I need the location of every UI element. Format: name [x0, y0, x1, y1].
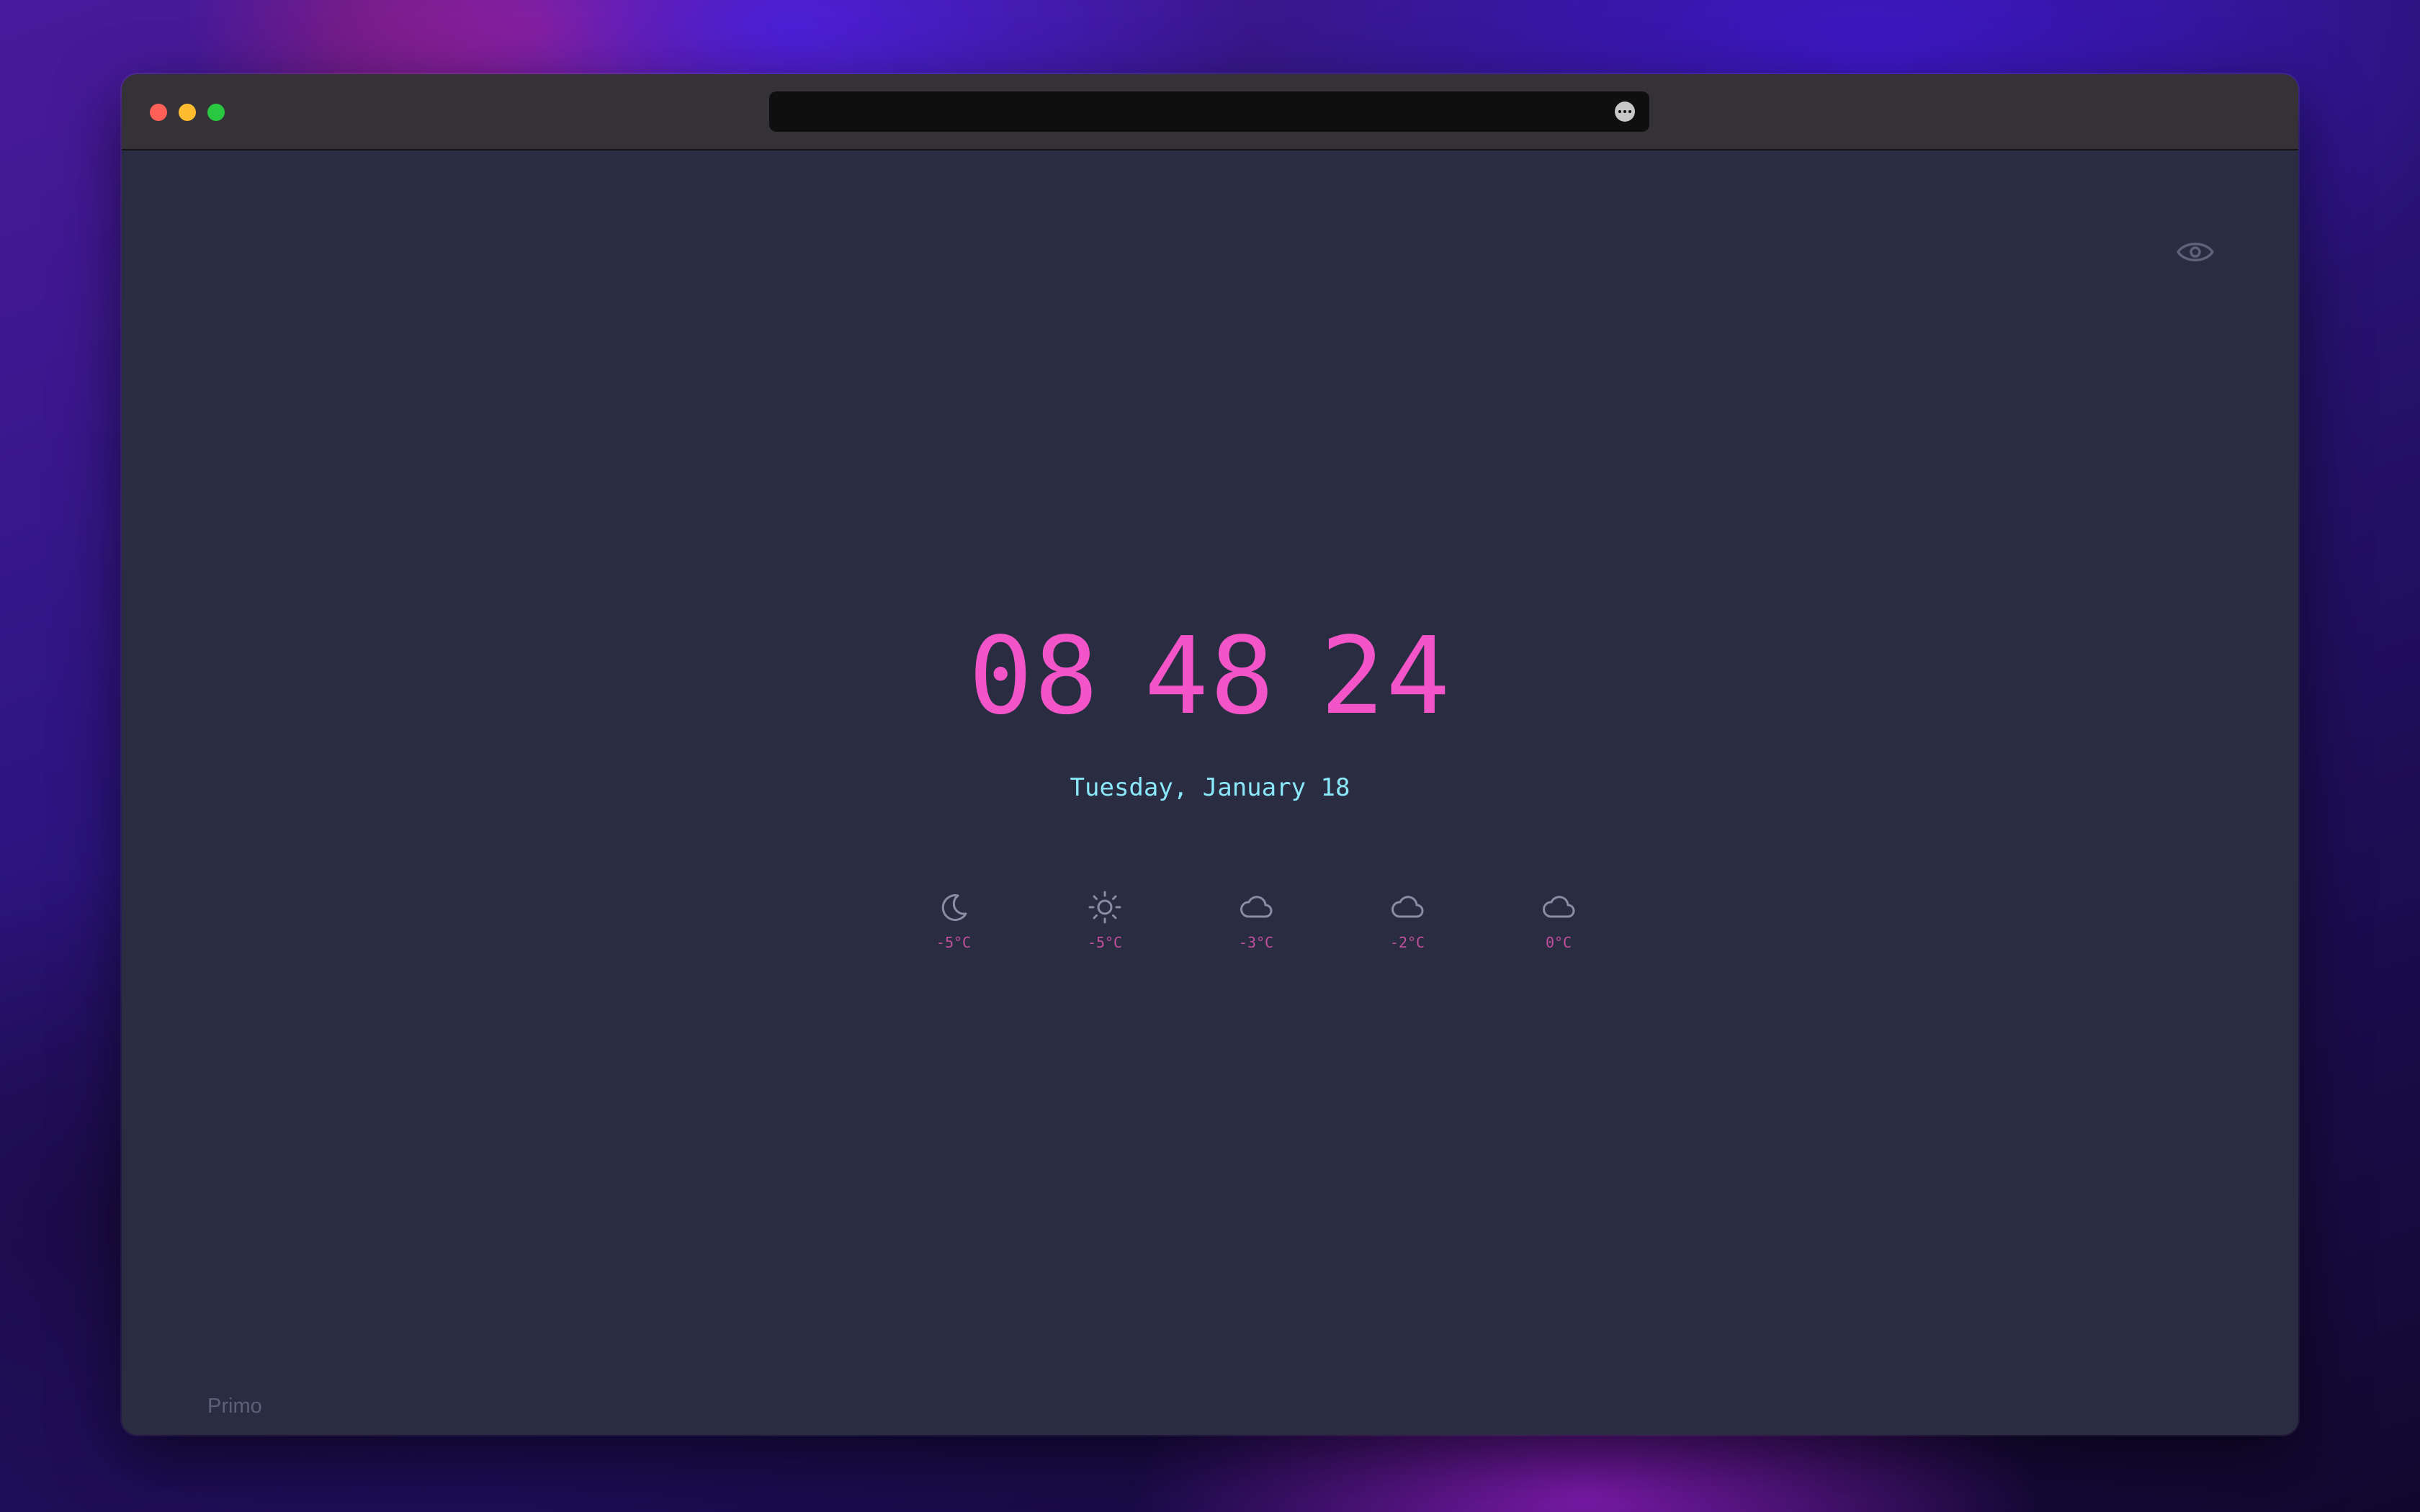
- cloud-icon: [1543, 896, 1575, 918]
- sun-icon: [1088, 891, 1121, 924]
- zoom-window-button[interactable]: [207, 104, 225, 121]
- clock-minutes: 48: [1144, 614, 1276, 738]
- forecast-temp: -2°C: [1389, 934, 1425, 951]
- clock: 08 48 24: [122, 611, 2298, 741]
- cloud-icon: [1392, 896, 1424, 918]
- minimize-window-button[interactable]: [179, 104, 196, 121]
- moon-icon: [941, 894, 967, 922]
- clock-hours: 08: [968, 614, 1100, 738]
- forecast-temp: -5°C: [936, 934, 972, 951]
- forecast-item: 0°C: [1519, 888, 1598, 952]
- forecast-temp: 0°C: [1545, 934, 1572, 951]
- address-bar[interactable]: [769, 91, 1649, 133]
- brand-label: Primo: [207, 1395, 262, 1418]
- forecast-item: -5°C: [914, 888, 993, 952]
- forecast-temp: -3°C: [1238, 934, 1274, 951]
- address-input[interactable]: [784, 91, 1608, 133]
- title-bar: [122, 74, 2298, 150]
- weather-forecast: -5°C -5°C -3°C -2°C 0°C: [914, 888, 1670, 975]
- close-window-button[interactable]: [150, 104, 167, 121]
- ellipsis-circle-icon[interactable]: [1615, 102, 1635, 122]
- new-tab-page: 08 48 24 Tuesday, January 18 -5°C -5°C -…: [122, 150, 2298, 1435]
- eye-icon[interactable]: [2175, 238, 2215, 266]
- forecast-item: -3°C: [1216, 888, 1296, 952]
- forecast-temp: -5°C: [1087, 934, 1123, 951]
- clock-seconds: 24: [1320, 614, 1452, 738]
- date-label: Tuesday, January 18: [1070, 773, 1350, 802]
- browser-window: 08 48 24 Tuesday, January 18 -5°C -5°C -…: [122, 74, 2298, 1435]
- forecast-item: -2°C: [1368, 888, 1447, 952]
- forecast-item: -5°C: [1065, 888, 1144, 952]
- cloud-icon: [1240, 896, 1273, 918]
